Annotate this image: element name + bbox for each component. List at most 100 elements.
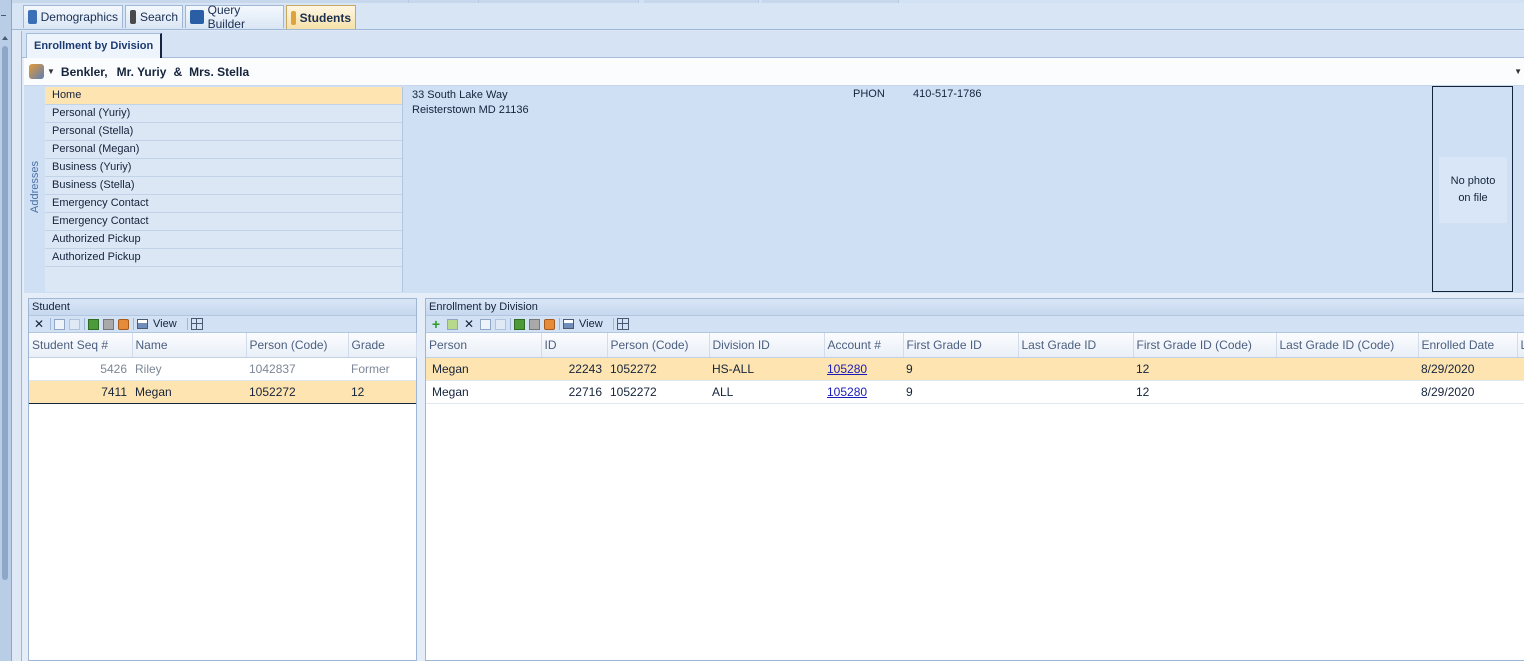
export-icon[interactable]: [54, 318, 65, 330]
photo-text-1: No photo: [1450, 175, 1496, 187]
cell-last-grade-code: [1276, 380, 1418, 404]
address-item[interactable]: Business (Yuriy): [45, 159, 402, 177]
student-toolbar: ✕ View: [29, 316, 416, 333]
view-label: View: [579, 318, 603, 330]
address-item[interactable]: Authorized Pickup: [45, 231, 402, 249]
tab-search[interactable]: Search: [125, 5, 183, 28]
column-header[interactable]: Grade: [348, 333, 417, 358]
column-header[interactable]: First Grade ID (Code): [1133, 333, 1277, 358]
cell-code: 1042837: [246, 357, 348, 381]
scroll-thumb[interactable]: [2, 46, 8, 580]
caret-down-icon[interactable]: ▼: [47, 67, 55, 76]
students-content: Enrollment by Division ▼ Benkler, Mr. Yu…: [21, 31, 1524, 661]
print-icon[interactable]: [529, 318, 540, 330]
tab-label: Demographics: [40, 10, 118, 24]
cell-first-grade: 9: [903, 357, 1018, 381]
view-button[interactable]: View: [563, 318, 603, 330]
left-scrollbar[interactable]: [0, 0, 12, 661]
toolbar-separator: [50, 318, 51, 330]
table-row[interactable]: 7411 Megan 1052272 12: [29, 379, 416, 404]
excel-icon[interactable]: [88, 318, 99, 330]
cell-last-grade-code: [1276, 357, 1418, 381]
address-item[interactable]: Emergency Contact: [45, 213, 402, 231]
cell-grade: Former: [348, 357, 416, 381]
column-header[interactable]: L: [1517, 333, 1524, 358]
delete-icon[interactable]: ✕: [462, 317, 476, 331]
column-header[interactable]: Person (Code): [246, 333, 349, 358]
scroll-up-icon[interactable]: [2, 36, 8, 40]
photo-placeholder: No photo on file: [1439, 157, 1507, 223]
person-selector[interactable]: ▼ Benkler, Mr. Yuriy & Mrs. Stella ▼: [24, 58, 1524, 86]
column-header[interactable]: Person: [426, 333, 542, 358]
column-header[interactable]: Name: [132, 333, 247, 358]
cell-code: 1052272: [246, 379, 348, 404]
person-amp: &: [173, 64, 183, 79]
toolbar-separator: [133, 318, 134, 330]
address-item[interactable]: Home: [45, 87, 402, 105]
chart-icon: [190, 10, 204, 24]
column-header[interactable]: Account #: [824, 333, 904, 358]
cell-last-grade: [1018, 357, 1133, 381]
address-item[interactable]: Personal (Yuriy): [45, 105, 402, 123]
phone-value: 410-517-1786: [913, 88, 982, 100]
address-item[interactable]: Personal (Stella): [45, 123, 402, 141]
table-row[interactable]: Megan 22243 1052272 HS-ALL 105280 9 12 8…: [426, 357, 1524, 381]
person-name-2: Mrs. Stella: [189, 64, 250, 79]
view-icon: [137, 319, 148, 329]
cell-person: Megan: [426, 380, 541, 404]
cell-id: 22243: [541, 357, 607, 381]
tab-enrollment-by-division[interactable]: Enrollment by Division: [26, 33, 163, 58]
grid-layout-icon[interactable]: [190, 318, 203, 330]
column-header[interactable]: Division ID: [709, 333, 825, 358]
address-item[interactable]: Emergency Contact: [45, 195, 402, 213]
address-item[interactable]: Authorized Pickup: [45, 249, 402, 267]
column-header[interactable]: Last Grade ID: [1018, 333, 1134, 358]
report-icon[interactable]: [118, 318, 129, 330]
address-line-1: 33 South Lake Way: [412, 89, 508, 101]
cell-enrolled: 8/29/2020: [1418, 380, 1517, 404]
cell-grade: 12: [348, 379, 416, 404]
cell-person: Megan: [426, 357, 541, 381]
account-link[interactable]: 105280: [827, 362, 867, 376]
address-item[interactable]: Personal (Megan): [45, 141, 402, 159]
delete-icon[interactable]: ✕: [32, 317, 46, 331]
tab-students[interactable]: Students: [286, 5, 356, 29]
tab-query-builder[interactable]: Query Builder: [185, 3, 284, 31]
copy-icon[interactable]: [495, 318, 506, 330]
address-item[interactable]: Business (Stella): [45, 177, 402, 195]
tab-label: Students: [299, 10, 351, 25]
cell-first-grade-code: 12: [1133, 357, 1276, 381]
dropdown-arrow-icon[interactable]: ▼: [1514, 67, 1522, 76]
cell-extra: [1517, 357, 1524, 381]
tab-demographics[interactable]: Demographics: [23, 5, 123, 28]
cell-name: Megan: [132, 379, 246, 404]
report-icon[interactable]: [544, 318, 555, 330]
phone-label: PHON: [853, 88, 885, 100]
cell-code: 1052272: [607, 380, 709, 404]
column-header[interactable]: ID: [541, 333, 608, 358]
toolbar-separator: [510, 318, 511, 330]
add-icon[interactable]: +: [429, 316, 443, 332]
tab-label: Query Builder: [207, 3, 245, 31]
address-text: 33 South Lake Way Reisterstown MD 21136: [412, 88, 529, 118]
column-header[interactable]: Last Grade ID (Code): [1276, 333, 1419, 358]
account-link[interactable]: 105280: [827, 385, 867, 399]
table-row[interactable]: Megan 22716 1052272 ALL 105280 9 12 8/29…: [426, 380, 1524, 404]
excel-icon[interactable]: [514, 318, 525, 330]
grid-layout-icon[interactable]: [616, 318, 629, 330]
toolbar-separator: [186, 318, 188, 330]
view-button[interactable]: View: [137, 318, 177, 330]
print-icon[interactable]: [103, 318, 114, 330]
enrollment-table: Person ID Person (Code) Division ID Acco…: [426, 333, 1524, 404]
export-icon[interactable]: [480, 318, 491, 330]
table-row[interactable]: 5426 Riley 1042837 Former: [29, 357, 416, 381]
column-header[interactable]: Person (Code): [607, 333, 710, 358]
student-panel-title: Student: [29, 299, 416, 316]
copy-icon[interactable]: [69, 318, 80, 330]
edit-icon[interactable]: [447, 318, 458, 330]
column-header[interactable]: First Grade ID: [903, 333, 1019, 358]
column-header[interactable]: Enrolled Date: [1418, 333, 1518, 358]
toolbar-separator: [612, 318, 614, 330]
student-table: Student Seq # Name Person (Code) Grade 5…: [29, 333, 417, 404]
column-header[interactable]: Student Seq #: [29, 333, 133, 358]
